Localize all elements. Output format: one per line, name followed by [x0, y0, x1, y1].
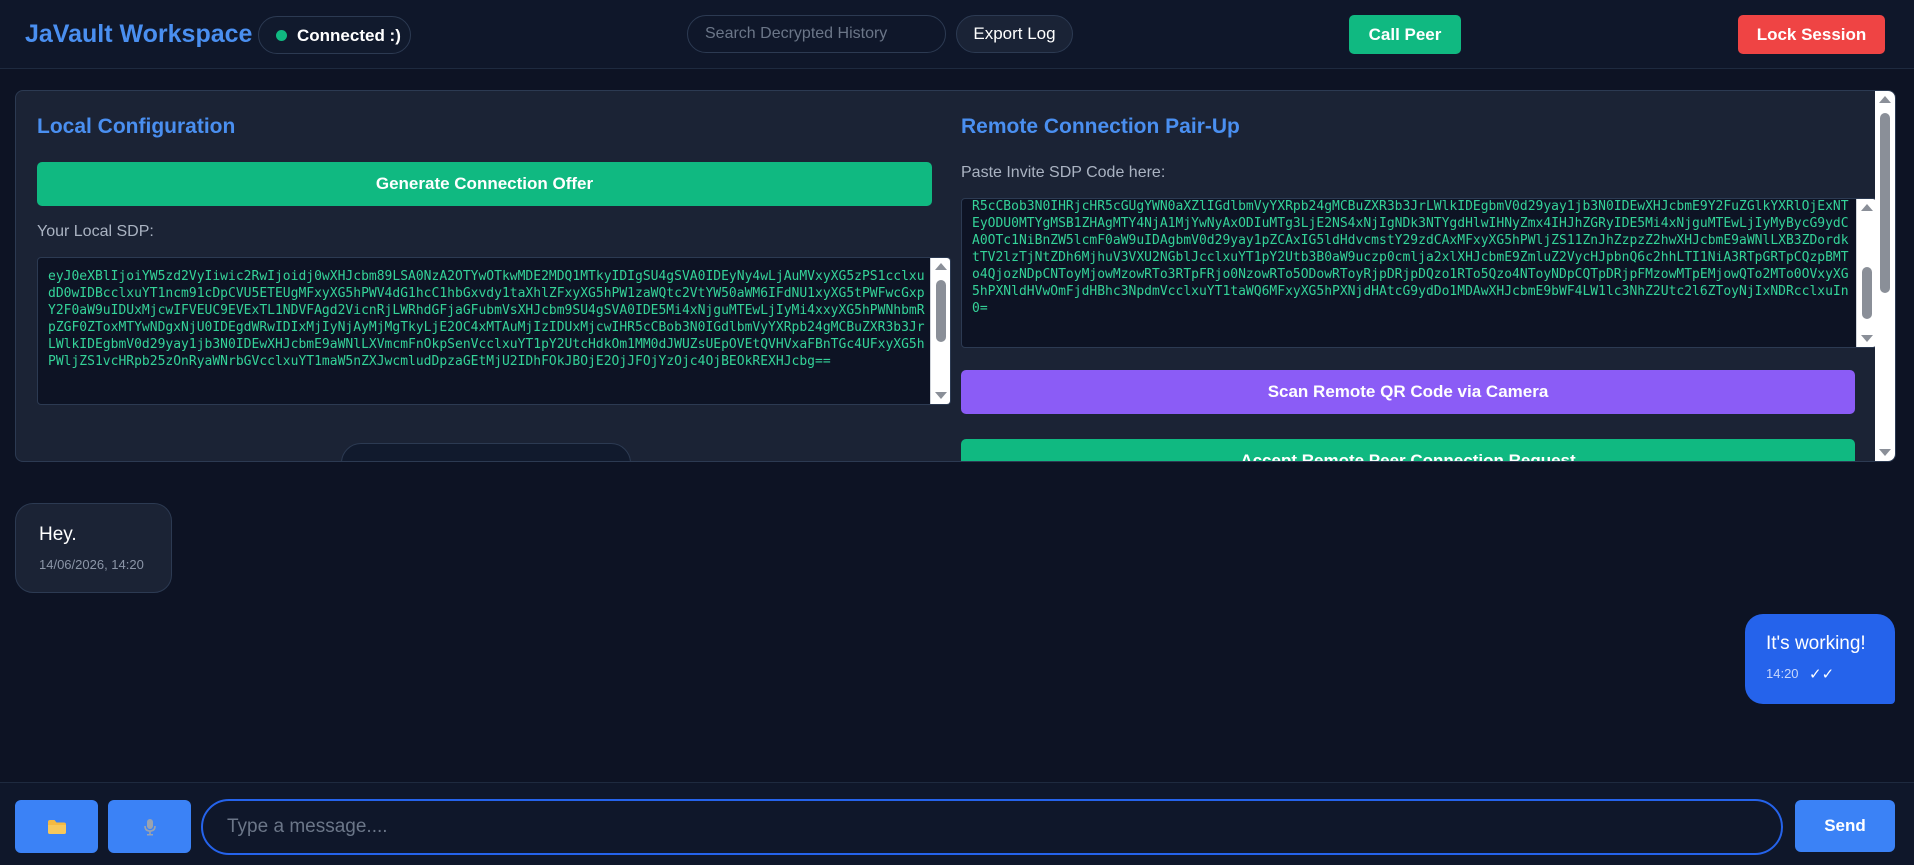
panel-scrollbar[interactable]: [1875, 91, 1895, 461]
local-config-title: Local Configuration: [37, 115, 236, 138]
folder-icon: [47, 819, 66, 834]
lock-session-button[interactable]: Lock Session: [1738, 15, 1885, 54]
remote-sdp-label: Paste Invite SDP Code here:: [961, 164, 1166, 181]
local-sdp-value: eyJ0eXBlIjoiYW5zd2VyIiwic2RwIjoidj0wXHJc…: [48, 269, 925, 369]
status-dot-icon: [276, 30, 287, 41]
outgoing-message: It's working! 14:20 ✓✓: [1745, 614, 1895, 704]
microphone-icon: [143, 818, 156, 835]
connection-status-text: Connected :): [297, 26, 401, 45]
message-text: It's working!: [1766, 633, 1866, 654]
local-sdp-scrollbar[interactable]: [930, 258, 950, 404]
voice-record-button[interactable]: [108, 800, 191, 853]
scroll-up-arrow-icon[interactable]: [1879, 96, 1891, 103]
pairing-panel: Local Configuration Generate Connection …: [15, 90, 1896, 462]
scan-qr-button[interactable]: Scan Remote QR Code via Camera: [961, 370, 1855, 414]
read-receipt-icon: ✓✓: [1809, 666, 1835, 683]
call-peer-button[interactable]: Call Peer: [1349, 15, 1461, 54]
message-composer: Send: [0, 782, 1914, 865]
message-input[interactable]: [201, 799, 1783, 855]
message-timestamp: 14:20: [1766, 666, 1799, 681]
app-title: JaVault Workspace: [25, 20, 253, 48]
remote-sdp-value: R5cCBob3N0IHRjcHR5cGUgYWN0aXZlIGdlbmVyYX…: [972, 199, 1849, 316]
scroll-thumb[interactable]: [1862, 267, 1872, 319]
local-sdp-textarea[interactable]: eyJ0eXBlIjoiYW5zd2VyIiwic2RwIjoidj0wXHJc…: [37, 257, 951, 405]
connection-status-badge: Connected :): [258, 16, 411, 54]
top-bar: JaVault Workspace Connected :) Export Lo…: [0, 0, 1914, 69]
remote-pairup-title: Remote Connection Pair-Up: [961, 115, 1240, 138]
scroll-up-arrow-icon[interactable]: [1861, 204, 1873, 211]
generate-offer-button[interactable]: Generate Connection Offer: [37, 162, 932, 206]
scroll-thumb[interactable]: [936, 280, 946, 342]
incoming-message: Hey. 14/06/2026, 14:20: [15, 503, 172, 593]
scroll-down-arrow-icon[interactable]: [1879, 449, 1891, 456]
remote-sdp-scrollbar[interactable]: [1856, 199, 1876, 347]
local-qr-toggle[interactable]: [341, 443, 631, 461]
local-sdp-label: Your Local SDP:: [37, 223, 154, 240]
scroll-up-arrow-icon[interactable]: [935, 263, 947, 270]
scroll-thumb[interactable]: [1880, 113, 1890, 293]
remote-sdp-textarea[interactable]: R5cCBob3N0IHRjcHR5cGUgYWN0aXZlIGdlbmVyYX…: [961, 198, 1877, 348]
export-log-button[interactable]: Export Log: [956, 15, 1073, 53]
send-button[interactable]: Send: [1795, 800, 1895, 852]
scroll-down-arrow-icon[interactable]: [1861, 335, 1873, 342]
message-timestamp: 14/06/2026, 14:20: [39, 557, 144, 572]
scroll-down-arrow-icon[interactable]: [935, 392, 947, 399]
search-history-input[interactable]: [687, 15, 946, 53]
message-text: Hey.: [39, 524, 77, 545]
accept-connection-button[interactable]: Accept Remote Peer Connection Request: [961, 439, 1855, 461]
attach-file-button[interactable]: [15, 800, 98, 853]
